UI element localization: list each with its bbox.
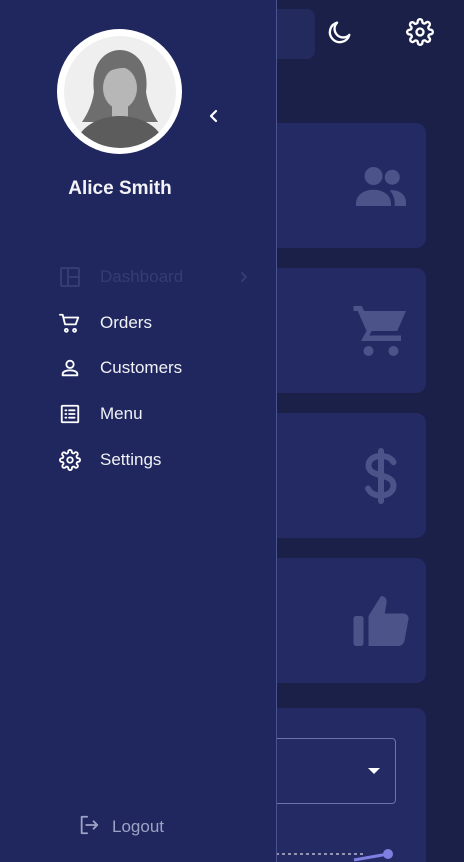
sidebar-item-label: Customers — [100, 358, 183, 377]
sidebar-item-label: Dashboard — [100, 267, 184, 286]
logout-icon — [78, 814, 100, 841]
gear-icon — [406, 17, 434, 51]
cart-icon — [58, 311, 82, 335]
person-icon — [58, 356, 82, 380]
sidebar: Alice Smith Dashboard Orders Customers M… — [0, 0, 277, 862]
sidebar-item-settings[interactable]: Settings — [0, 437, 277, 483]
thumbs-up-icon — [350, 590, 412, 652]
list-icon — [58, 402, 82, 426]
sidebar-item-dashboard[interactable]: Dashboard — [0, 254, 277, 300]
moon-icon — [326, 18, 354, 51]
chevron-right-icon — [236, 269, 252, 285]
avatar[interactable] — [57, 29, 182, 154]
dashboard-icon — [58, 265, 82, 289]
cart-icon — [350, 300, 412, 362]
sidebar-item-customers[interactable]: Customers — [0, 345, 277, 391]
caret-down-icon — [368, 768, 380, 774]
sidebar-item-label: Menu — [100, 404, 143, 423]
logout-label: Logout — [112, 817, 164, 836]
chart-line-preview — [276, 849, 393, 862]
sidebar-item-label: Orders — [100, 313, 152, 332]
chart-period-select[interactable] — [260, 738, 396, 804]
sidebar-item-orders[interactable]: Orders — [0, 300, 277, 346]
user-name: Alice Smith — [68, 178, 172, 199]
logout-button[interactable]: Logout — [78, 812, 164, 842]
dollar-icon — [350, 445, 412, 507]
theme-toggle-button[interactable] — [320, 14, 360, 54]
users-icon — [350, 155, 412, 217]
collapse-sidebar-button[interactable] — [200, 104, 228, 132]
sidebar-item-menu[interactable]: Menu — [0, 391, 277, 437]
sidebar-item-label: Settings — [100, 450, 162, 469]
user-avatar-icon — [63, 35, 176, 148]
settings-button[interactable] — [400, 14, 440, 54]
gear-icon — [58, 448, 82, 472]
chevron-left-icon — [207, 109, 221, 128]
